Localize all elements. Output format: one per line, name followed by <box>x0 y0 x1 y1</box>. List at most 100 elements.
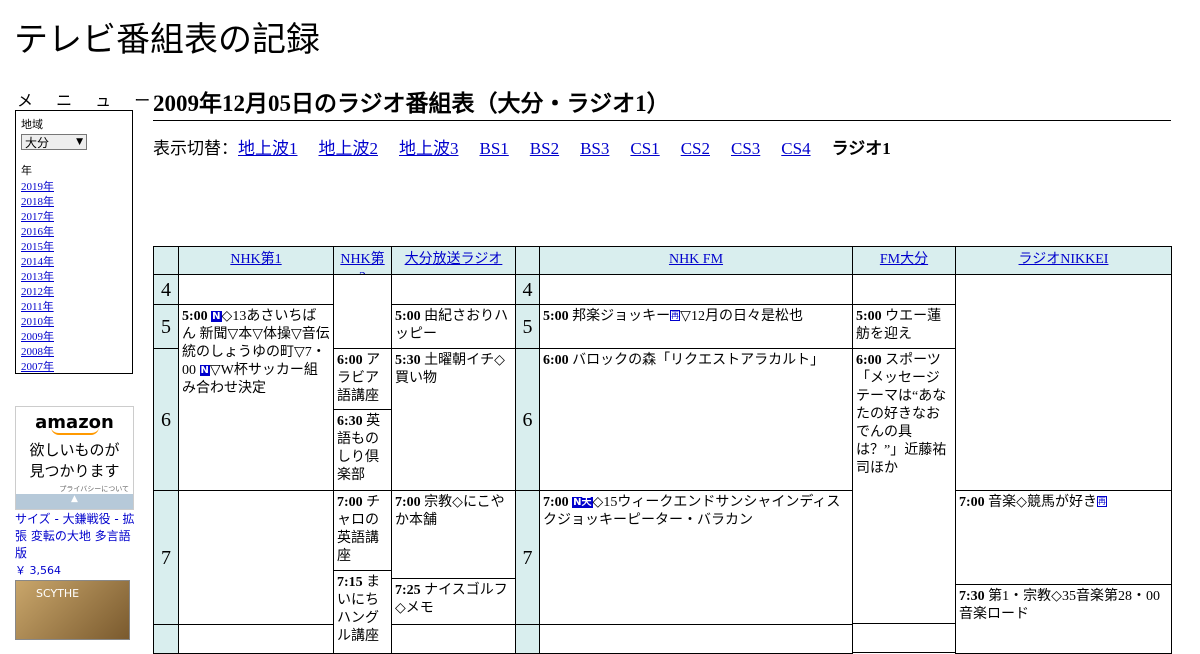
channel-link-nikkei[interactable]: ラジオNIKKEI <box>1019 252 1109 267</box>
ad-privacy-link[interactable]: プライバシーについて <box>59 484 129 494</box>
program-nhkfm-700[interactable]: 7:00 N天◇15ウィークエンドサンシャインディスクジョッキーピーター・バラカ… <box>539 490 853 625</box>
region-select[interactable]: 大分 ▼ <box>21 134 87 150</box>
channel-link-nhkfm[interactable]: NHK FM <box>669 252 723 267</box>
program-obs-530[interactable]: 5:30 土曜朝イチ◇買い物 <box>391 348 516 491</box>
switch-link-bs1[interactable]: BS1 <box>480 139 509 158</box>
program-time: 7:25 <box>395 583 421 598</box>
program-nhk2-600[interactable]: 6:00 アラビア語講座 <box>333 348 392 410</box>
program-nhk1-cont <box>178 490 334 625</box>
program-time: 5:00 <box>543 309 569 324</box>
ad-expand-bar[interactable]: ▲ <box>16 494 133 509</box>
program-fmoita-next <box>852 623 956 653</box>
switch-link-cs1[interactable]: CS1 <box>630 139 659 158</box>
channel-link-nhk1[interactable]: NHK第1 <box>230 252 281 267</box>
program-nikkei-730[interactable]: 7:30 第1・宗教◇35音楽第28・00音楽ロード <box>955 584 1172 654</box>
switch-current: ラジオ1 <box>831 139 891 158</box>
hour-label-next-mid <box>515 624 540 654</box>
product-image[interactable]: SCYTHE <box>15 580 130 640</box>
year-link-2013[interactable]: 2013年 <box>21 270 127 285</box>
program-nhk1-next <box>178 624 334 654</box>
program-nikkei-700[interactable]: 7:00 音楽◇競馬が好き再 <box>955 490 1172 585</box>
program-obs-700[interactable]: 7:00 宗教◇にこやか本舗 <box>391 490 516 579</box>
program-obs-500[interactable]: 5:00 由紀さおりハッピー <box>391 304 516 349</box>
channel-header-obs: 大分放送ラジオ <box>391 246 516 275</box>
ad-message: 欲しいものが 見つかります <box>16 440 133 482</box>
switch-link-chijou3[interactable]: 地上波3 <box>399 139 459 158</box>
program-nhk2-715[interactable]: 7:15 まいにちハングル講座 <box>333 570 392 654</box>
schedule-grid: NHK第1 NHK第2 大分放送ラジオ NHK FM FM大分 ラジオNIKKE… <box>153 246 1172 654</box>
year-link-2014[interactable]: 2014年 <box>21 255 127 270</box>
switch-link-cs4[interactable]: CS4 <box>781 139 810 158</box>
program-nhk2-630[interactable]: 6:30 英語ものしり倶楽部 <box>333 409 392 491</box>
year-link-2018[interactable]: 2018年 <box>21 195 127 210</box>
year-link-2016[interactable]: 2016年 <box>21 225 127 240</box>
program-time: 6:00 <box>543 353 569 368</box>
program-fmoita-500[interactable]: 5:00 ウエー蓮舫を迎え <box>852 304 956 349</box>
year-link-2009[interactable]: 2009年 <box>21 330 127 345</box>
program-nhkfm-600[interactable]: 6:00 バロックの森「リクエストアラカルト」 <box>539 348 853 491</box>
program-time: 6:00 <box>337 353 363 368</box>
amazon-ad[interactable]: amazon 欲しいものが 見つかります プライバシーについて ▲ <box>15 406 134 510</box>
program-empty <box>391 274 516 305</box>
program-time: 5:00 <box>182 309 208 324</box>
region-select-value: 大分 <box>25 135 50 150</box>
program-nhk1-500[interactable]: 5:00 N◇13あさいちばん 新聞▽本▽体操▽音伝統のしょうゆの町▽7・00 … <box>178 304 334 491</box>
hour-label-next <box>153 624 179 654</box>
year-link-2011[interactable]: 2011年 <box>21 300 127 315</box>
program-time: 5:00 <box>395 309 421 324</box>
product-link[interactable]: サイズ - 大鎌戦役 - 拡張 変転の大地 多言語版 <box>15 511 135 562</box>
year-link-2012[interactable]: 2012年 <box>21 285 127 300</box>
header-corner-mid <box>515 246 540 275</box>
program-time: 7:00 <box>337 495 363 510</box>
menu-heading: メ ニ ュ ー <box>17 91 160 110</box>
switch-link-cs2[interactable]: CS2 <box>681 139 710 158</box>
program-time: 5:00 <box>856 309 882 324</box>
year-label: 年 <box>21 165 32 177</box>
news-mark-icon: N <box>199 365 210 376</box>
page-title: 2009年12月05日のラジオ番組表（大分・ラジオ1） <box>153 84 1171 121</box>
program-obs-next <box>391 624 516 654</box>
program-nhkfm-500[interactable]: 5:00 邦楽ジョッキー再▽12月の日々是松也 <box>539 304 853 349</box>
switch-link-bs3[interactable]: BS3 <box>580 139 609 158</box>
channel-link-obs[interactable]: 大分放送ラジオ <box>405 252 503 267</box>
year-link-2010[interactable]: 2010年 <box>21 315 127 330</box>
hour-label-6: 6 <box>153 348 179 491</box>
channel-header-nhk2: NHK第2 <box>333 246 392 275</box>
program-fmoita-600[interactable]: 6:00 スポーツ「メッセージテーマは“あなたの好きなおでんの具は？”」近藤祐司… <box>852 348 956 624</box>
hour-label-7: 7 <box>153 490 179 625</box>
switch-link-cs3[interactable]: CS3 <box>731 139 760 158</box>
hour-label-6-mid: 6 <box>515 348 540 491</box>
channel-link-nhk2[interactable]: NHK第2 <box>340 252 384 274</box>
program-time: 5:30 <box>395 353 421 368</box>
year-link-2008[interactable]: 2008年 <box>21 345 127 360</box>
switch-link-chijou1[interactable]: 地上波1 <box>238 139 298 158</box>
news-weather-mark-icon: N天 <box>572 497 593 508</box>
year-link-2017[interactable]: 2017年 <box>21 210 127 225</box>
channel-link-fmoita[interactable]: FM大分 <box>880 252 928 267</box>
hour-label-4: 4 <box>153 274 179 305</box>
program-empty <box>539 274 853 305</box>
program-time: 7:00 <box>959 495 985 510</box>
display-switcher: 表示切替：地上波1 地上波2 地上波3 BS1 BS2 BS3 CS1 CS2 CS3 CS4 ラジ… <box>153 134 891 159</box>
program-nhk2-700[interactable]: 7:00 チャロの英語講座 <box>333 490 392 571</box>
year-link-2019[interactable]: 2019年 <box>21 180 127 195</box>
switch-link-bs2[interactable]: BS2 <box>530 139 559 158</box>
switch-link-chijou2[interactable]: 地上波2 <box>319 139 379 158</box>
year-link-2015[interactable]: 2015年 <box>21 240 127 255</box>
header-corner-left <box>153 246 179 275</box>
product-price: ￥ 3,564 <box>15 564 61 577</box>
rerun-mark-icon: 再 <box>670 310 681 321</box>
program-time: 7:00 <box>543 495 569 510</box>
program-empty <box>955 274 1172 491</box>
news-mark-icon: N <box>211 311 222 322</box>
program-time: 7:00 <box>395 495 421 510</box>
program-text: 邦楽ジョッキー <box>572 309 671 324</box>
channel-header-nhk1: NHK第1 <box>178 246 334 275</box>
hour-label-5: 5 <box>153 304 179 349</box>
hour-label-7-mid: 7 <box>515 490 540 625</box>
program-obs-725[interactable]: 7:25 ナイスゴルフ◇メモ <box>391 578 516 625</box>
ad-message-line1: 欲しいものが <box>29 441 120 459</box>
chevron-down-icon: ▼ <box>76 137 83 147</box>
channel-header-nhkfm: NHK FM <box>539 246 853 275</box>
year-link-2007[interactable]: 2007年 <box>21 360 127 375</box>
